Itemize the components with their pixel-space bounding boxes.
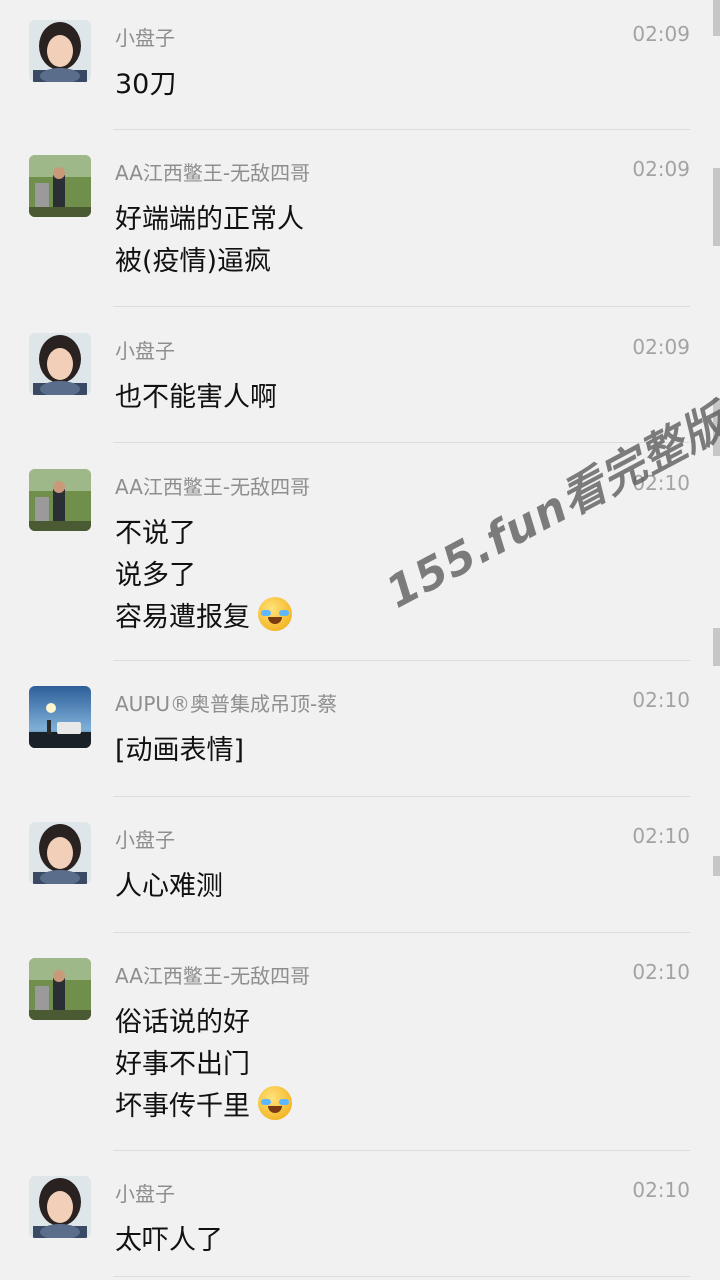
message-line: 说多了 [115,559,196,591]
sender-name: AA江西鳖王-无敌四哥 [115,964,311,988]
message-time: 02:10 [632,1178,690,1202]
sender-name: 小盘子 [115,1182,175,1206]
message-row[interactable]: 小盘子 02:10 人心难测 [0,802,720,932]
message-text: 俗话说的好 好事不出门 坏事传千里 [115,998,292,1124]
message-line: 好事不出门 [115,1048,250,1080]
avatar-woman[interactable] [29,333,91,395]
divider [113,932,690,933]
message-line: 人心难测 [115,870,223,902]
avatar-night-car[interactable] [29,686,91,748]
message-text: 也不能害人啊 [115,373,277,415]
message-row[interactable]: AUPU®奥普集成吊顶-蔡 02:10 [动画表情] [0,666,720,796]
message-time: 02:10 [632,960,690,984]
message-row[interactable]: 小盘子 02:09 也不能害人啊 [0,313,720,442]
message-line-text: 坏事传千里 [115,1090,250,1122]
edge-scroll-marker [713,856,720,876]
message-line: 也不能害人啊 [115,381,277,413]
message-line: 坏事传千里 [115,1082,292,1124]
divider [113,796,690,797]
message-line-text: 容易遭报复 [115,601,250,633]
crying-laughing-emoji-icon [258,597,292,631]
message-text: 太吓人了 [115,1216,223,1258]
divider [113,660,690,661]
message-line: 容易遭报复 [115,593,292,635]
avatar-outdoor-man[interactable] [29,155,91,217]
message-text: 好端端的正常人 被(疫情)逼疯 [115,195,304,279]
message-line: 被(疫情)逼疯 [115,245,272,277]
message-text: 30刀 [115,60,176,102]
message-text: 人心难测 [115,862,223,904]
message-line: 30刀 [115,68,177,100]
edge-scroll-marker [713,0,720,36]
message-time: 02:09 [632,157,690,181]
sender-name: AA江西鳖王-无敌四哥 [115,475,311,499]
sender-name: AA江西鳖王-无敌四哥 [115,161,311,185]
avatar-outdoor-man[interactable] [29,958,91,1020]
message-line: 俗话说的好 [115,1006,250,1038]
divider [113,306,690,307]
avatar-woman[interactable] [29,1176,91,1238]
message-line: 不说了 [115,517,196,549]
message-time: 02:09 [632,22,690,46]
message-text: [动画表情] [115,726,244,768]
avatar-outdoor-man[interactable] [29,469,91,531]
message-time: 02:10 [632,688,690,712]
message-time: 02:09 [632,335,690,359]
sender-name: 小盘子 [115,26,175,50]
divider [113,1276,690,1277]
avatar-woman[interactable] [29,822,91,884]
message-line: 好端端的正常人 [115,203,304,235]
message-line: 太吓人了 [115,1224,223,1256]
divider [113,129,690,130]
message-row[interactable]: 小盘子 02:09 30刀 [0,0,720,130]
message-text: 不说了 说多了 容易遭报复 [115,509,292,635]
message-row[interactable]: AA江西鳖王-无敌四哥 02:10 俗话说的好 好事不出门 坏事传千里 [0,938,720,1150]
message-time: 02:10 [632,824,690,848]
message-row[interactable]: 小盘子 02:10 太吓人了 [0,1156,720,1280]
message-line: [动画表情] [115,734,245,766]
edge-scroll-marker [713,628,720,666]
message-row[interactable]: AA江西鳖王-无敌四哥 02:09 好端端的正常人 被(疫情)逼疯 [0,135,720,306]
sender-name: AUPU®奥普集成吊顶-蔡 [115,692,338,716]
sender-name: 小盘子 [115,339,175,363]
avatar-woman[interactable] [29,20,91,82]
divider [113,1150,690,1151]
edge-scroll-marker [713,168,720,246]
crying-laughing-emoji-icon [258,1086,292,1120]
sender-name: 小盘子 [115,828,175,852]
